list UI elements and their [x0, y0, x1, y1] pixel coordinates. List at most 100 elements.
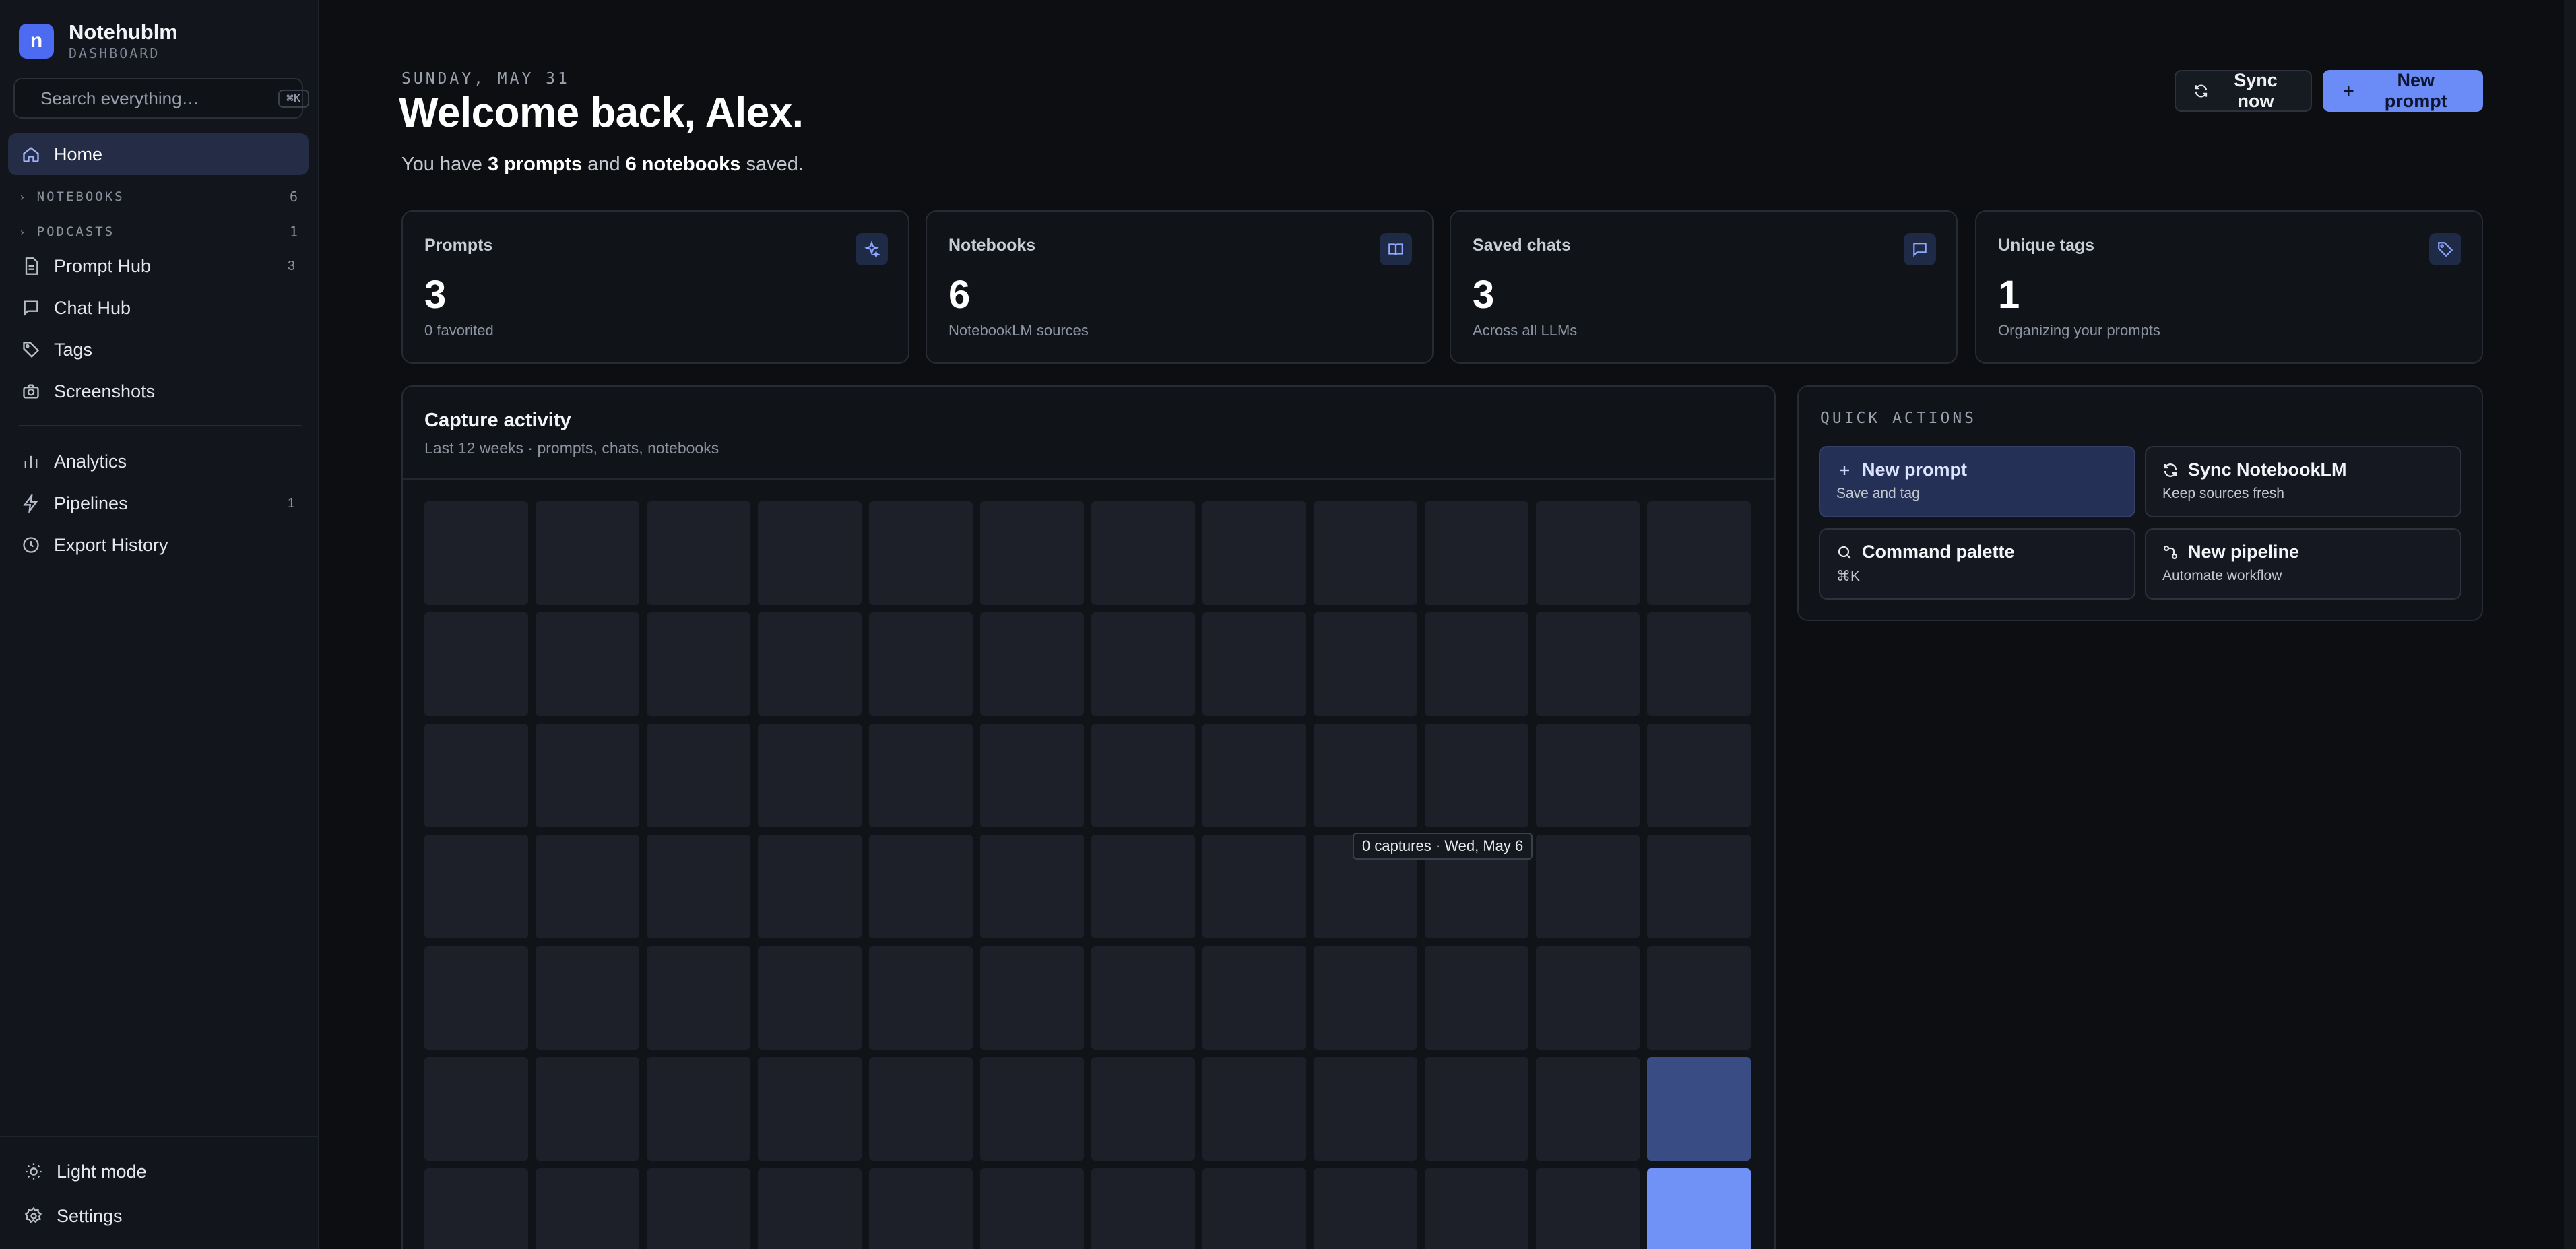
activity-cell[interactable] [869, 501, 973, 605]
activity-cell[interactable] [1536, 501, 1640, 605]
sidebar-section-notebooks[interactable]: › NOTEBOOKS 6 [19, 189, 298, 205]
activity-cell[interactable] [1536, 612, 1640, 716]
activity-cell[interactable] [1202, 501, 1306, 605]
new-prompt-button[interactable]: New prompt [2323, 70, 2483, 112]
activity-cell[interactable] [1536, 724, 1640, 827]
activity-cell[interactable] [424, 501, 528, 605]
sidebar-item-pipelines[interactable]: Pipelines 1 [8, 482, 309, 524]
page-scrollbar[interactable] [2564, 0, 2576, 1249]
search-box[interactable]: ⌘K [13, 78, 309, 119]
activity-cell[interactable] [1536, 1168, 1640, 1249]
activity-cell[interactable] [758, 946, 862, 1050]
activity-cell[interactable] [869, 835, 973, 938]
activity-cell[interactable] [758, 1057, 862, 1161]
activity-cell[interactable] [1091, 1168, 1195, 1249]
activity-cell[interactable] [536, 946, 639, 1050]
activity-cell[interactable] [1314, 501, 1417, 605]
activity-cell[interactable] [1536, 835, 1640, 938]
activity-cell[interactable] [980, 501, 1084, 605]
activity-cell[interactable] [424, 1057, 528, 1161]
activity-cell[interactable] [758, 501, 862, 605]
settings-button[interactable]: Settings [11, 1195, 311, 1237]
activity-cell[interactable] [647, 501, 750, 605]
activity-cell[interactable] [536, 1057, 639, 1161]
stat-card-saved-chats[interactable]: Saved chats 3 Across all LLMs [1450, 210, 1958, 364]
activity-cell[interactable] [647, 724, 750, 827]
activity-cell[interactable] [1647, 501, 1751, 605]
activity-cell[interactable] [1647, 612, 1751, 716]
activity-cell[interactable] [869, 1057, 973, 1161]
activity-cell[interactable] [536, 835, 639, 938]
activity-cell[interactable] [758, 835, 862, 938]
activity-cell[interactable] [424, 946, 528, 1050]
activity-cell[interactable] [647, 612, 750, 716]
activity-cell[interactable] [869, 724, 973, 827]
activity-cell[interactable] [536, 724, 639, 827]
sidebar-item-screenshots[interactable]: Screenshots [8, 371, 309, 412]
activity-cell[interactable] [1647, 835, 1751, 938]
activity-cell[interactable] [980, 835, 1084, 938]
sidebar-item-export-history[interactable]: Export History [8, 524, 309, 566]
activity-cell[interactable] [1314, 946, 1417, 1050]
activity-cell[interactable] [758, 724, 862, 827]
stat-card-notebooks[interactable]: Notebooks 6 NotebookLM sources [926, 210, 1434, 364]
activity-cell[interactable] [424, 835, 528, 938]
activity-cell[interactable] [1314, 1057, 1417, 1161]
brand[interactable]: n Notehublm DASHBOARD [19, 20, 178, 62]
activity-cell[interactable] [869, 1168, 973, 1249]
quick-action-sync-notebooklm[interactable]: Sync NotebookLM Keep sources fresh [2145, 446, 2461, 517]
activity-cell[interactable] [536, 501, 639, 605]
quick-action-command-palette[interactable]: Command palette ⌘K [1819, 528, 2135, 600]
activity-cell[interactable] [1425, 1168, 1528, 1249]
activity-cell[interactable] [1202, 612, 1306, 716]
stat-card-prompts[interactable]: Prompts 3 0 favorited [401, 210, 909, 364]
activity-cell[interactable] [647, 835, 750, 938]
activity-cell[interactable] [980, 946, 1084, 1050]
activity-cell[interactable] [424, 612, 528, 716]
activity-cell[interactable] [647, 946, 750, 1050]
activity-cell[interactable] [536, 612, 639, 716]
light-mode-toggle[interactable]: Light mode [11, 1151, 311, 1192]
activity-cell[interactable] [1202, 946, 1306, 1050]
activity-cell[interactable] [1091, 501, 1195, 605]
activity-cell[interactable] [1091, 612, 1195, 716]
activity-cell[interactable] [980, 724, 1084, 827]
quick-action-new-pipeline[interactable]: New pipeline Automate workflow [2145, 528, 2461, 600]
activity-cell[interactable] [758, 612, 862, 716]
activity-cell[interactable] [758, 1168, 862, 1249]
activity-cell[interactable] [424, 724, 528, 827]
activity-cell[interactable] [1314, 1168, 1417, 1249]
activity-cell[interactable] [647, 1168, 750, 1249]
quick-action-new-prompt[interactable]: New prompt Save and tag [1819, 446, 2135, 517]
activity-cell[interactable] [1202, 1168, 1306, 1249]
activity-cell[interactable] [980, 1168, 1084, 1249]
activity-cell[interactable] [1202, 835, 1306, 938]
sidebar-section-podcasts[interactable]: › PODCASTS 1 [19, 224, 298, 240]
activity-cell[interactable] [1536, 946, 1640, 1050]
activity-cell[interactable] [1647, 946, 1751, 1050]
activity-cell[interactable] [1647, 1057, 1751, 1161]
activity-cell[interactable] [1091, 1057, 1195, 1161]
sidebar-item-chat-hub[interactable]: Chat Hub [8, 287, 309, 329]
activity-cell[interactable] [1647, 724, 1751, 827]
activity-cell[interactable] [1425, 724, 1528, 827]
sidebar-item-home[interactable]: Home [8, 133, 309, 175]
activity-cell[interactable] [1536, 1057, 1640, 1161]
search-input[interactable] [40, 88, 266, 109]
sidebar-item-tags[interactable]: Tags [8, 329, 309, 371]
activity-cell[interactable] [536, 1168, 639, 1249]
activity-cell[interactable] [1425, 946, 1528, 1050]
activity-cell[interactable] [980, 1057, 1084, 1161]
activity-cell[interactable] [869, 946, 973, 1050]
activity-cell[interactable] [1091, 835, 1195, 938]
sync-now-button[interactable]: Sync now [2175, 70, 2312, 112]
activity-cell[interactable] [1425, 612, 1528, 716]
activity-cell[interactable] [980, 612, 1084, 716]
activity-cell[interactable] [1202, 724, 1306, 827]
stat-card-unique-tags[interactable]: Unique tags 1 Organizing your prompts [1975, 210, 2483, 364]
activity-cell[interactable] [424, 1168, 528, 1249]
activity-cell[interactable] [1647, 1168, 1751, 1249]
activity-cell[interactable] [1091, 946, 1195, 1050]
sidebar-item-prompt-hub[interactable]: Prompt Hub 3 [8, 245, 309, 287]
activity-cell[interactable] [647, 1057, 750, 1161]
